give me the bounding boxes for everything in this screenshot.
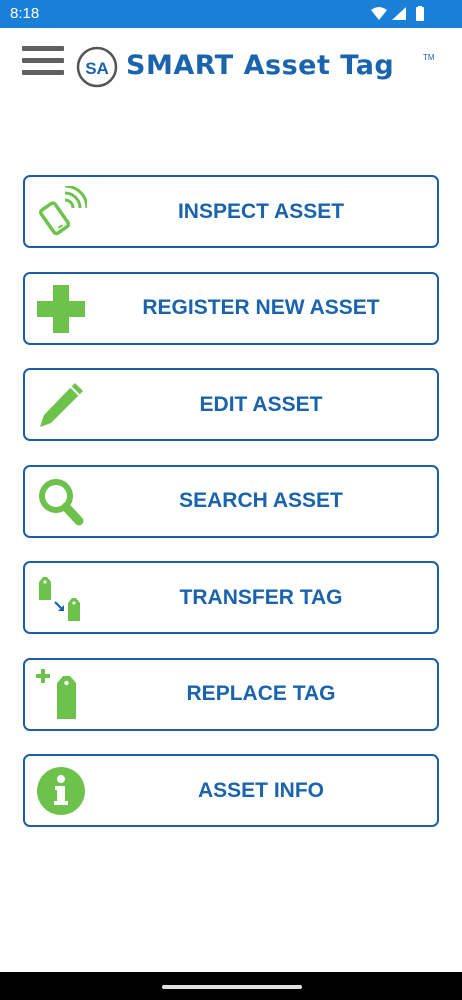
app-title: SMART Asset Tag [126,50,395,81]
menu-item-label: TRANSFER TAG [179,585,343,609]
menu-item-label: ASSET INFO [197,778,324,802]
search-asset-button[interactable]: SEARCH ASSET [23,464,439,538]
system-nav-bar [0,972,462,1000]
battery-icon [416,6,424,21]
main-menu: INSPECT ASSET REGISTER NEW ASSET EDIT AS… [23,175,439,851]
menu-item-label: REPLACE TAG [186,682,336,705]
transfer-tag-button[interactable]: TRANSFER TAG [23,561,439,634]
info-icon [37,767,85,815]
menu-item-label: REGISTER NEW ASSET [142,296,380,319]
status-bar: 8:18 [0,0,462,28]
phone-nfc-icon [39,186,87,236]
pencil-icon [40,383,83,427]
wifi-icon [371,7,387,20]
tag-transfer-icon [39,577,80,621]
replace-tag-button[interactable]: REPLACE TAG [23,657,439,731]
trademark: TM [423,53,435,62]
app-header: SA SMART Asset Tag TM [0,28,462,98]
menu-item-label: SEARCH ASSET [179,489,343,512]
plus-icon [37,284,85,333]
inspect-asset-button[interactable]: INSPECT ASSET [23,175,439,248]
asset-info-button[interactable]: ASSET INFO [23,754,439,827]
logo-mark: SA [85,59,109,78]
status-icons [370,6,430,22]
home-gesture-handle[interactable] [162,985,302,989]
hamburger-menu-button[interactable] [22,44,66,78]
menu-item-label: EDIT ASSET [199,392,323,416]
tag-replace-icon [36,668,76,719]
register-new-asset-button[interactable]: REGISTER NEW ASSET [23,271,439,345]
status-time: 8:18 [10,5,40,22]
edit-asset-button[interactable]: EDIT ASSET [23,368,439,441]
menu-item-label: INSPECT ASSET [177,199,345,223]
magnifier-icon [39,478,84,525]
sa-logo-icon: SA [76,46,118,88]
signal-icon [392,7,406,20]
